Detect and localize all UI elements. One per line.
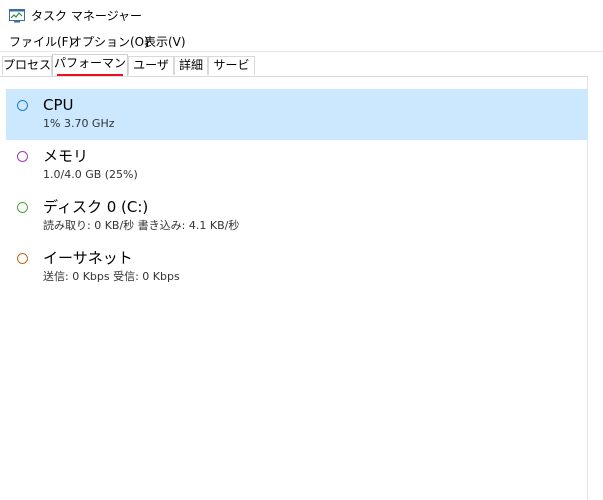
perf-item-detail: 送信: 0 Kbps 受信: 0 Kbps	[43, 270, 180, 283]
menu-file[interactable]: ファイル(F)	[8, 34, 74, 50]
tab-label: プロセス	[3, 58, 52, 72]
cpu-indicator-icon	[17, 100, 28, 111]
perf-item-name: イーサネット	[43, 249, 133, 267]
task-manager-icon	[9, 9, 25, 23]
tab-processes[interactable]: プロセス	[2, 56, 52, 75]
window-title: タスク マネージャー	[31, 9, 142, 23]
perf-item-cpu[interactable]: CPU 1% 3.70 GHz	[6, 89, 588, 140]
perf-item-name: メモリ	[43, 147, 89, 165]
perf-item-memory[interactable]: メモリ 1.0/4.0 GB (25%)	[6, 140, 588, 191]
perf-item-detail: 読み取り: 0 KB/秒 書き込み: 4.1 KB/秒	[43, 219, 240, 232]
tab-details[interactable]: 詳細	[174, 56, 208, 75]
memory-indicator-icon	[17, 151, 28, 162]
perf-item-disk[interactable]: ディスク 0 (C:) 読み取り: 0 KB/秒 書き込み: 4.1 KB/秒	[6, 191, 588, 242]
perf-item-detail: 1% 3.70 GHz	[43, 117, 115, 130]
perf-item-name: ディスク 0 (C:)	[43, 198, 149, 216]
tab-performance[interactable]: パフォーマンス	[52, 54, 128, 87]
menu-view[interactable]: 表示(V)	[143, 34, 187, 50]
tab-users[interactable]: ユーザー	[128, 56, 174, 89]
menu-bar: ファイル(F) オプション(O) 表示(V)	[0, 32, 603, 52]
disk-indicator-icon	[17, 202, 28, 213]
title-bar: タスク マネージャー	[0, 0, 603, 32]
tab-services[interactable]: サービス	[208, 56, 255, 89]
tab-bar: プロセス パフォーマンス ユーザー 詳細 サービス	[0, 52, 603, 89]
perf-item-detail: 1.0/4.0 GB (25%)	[43, 168, 138, 181]
tab-label: 詳細	[178, 58, 203, 72]
ethernet-indicator-icon	[17, 253, 28, 264]
perf-item-name: CPU	[43, 96, 74, 114]
menu-options[interactable]: オプション(O)	[69, 34, 150, 50]
perf-item-ethernet[interactable]: イーサネット 送信: 0 Kbps 受信: 0 Kbps	[6, 242, 588, 293]
